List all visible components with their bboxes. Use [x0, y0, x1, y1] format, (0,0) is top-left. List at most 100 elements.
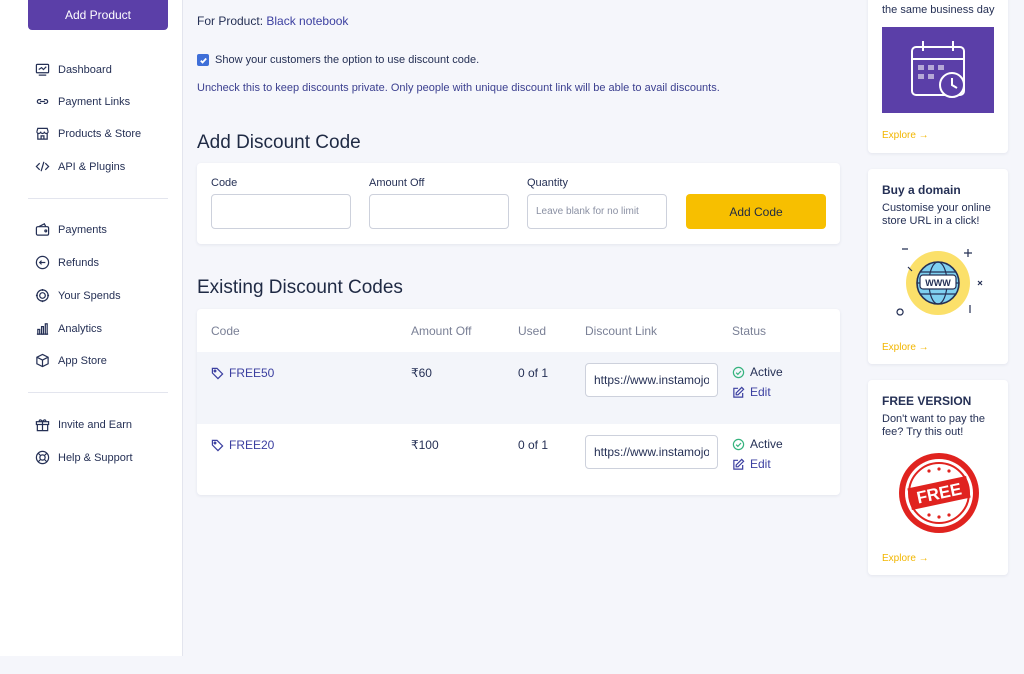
free-stamp-illustration: FREE	[899, 453, 979, 533]
sidebar-item-label: Refunds	[58, 256, 99, 269]
sidebar-item-label: Payments	[58, 223, 107, 236]
show-discount-label: Show your customers the option to use di…	[215, 54, 480, 66]
code-label: Code	[211, 177, 238, 189]
column-header-status: Status	[732, 324, 767, 338]
edit-icon	[733, 458, 745, 470]
link-icon	[36, 99, 49, 104]
sidebar-item-label: Analytics	[58, 322, 103, 335]
sidebar-item-label: Your Spends	[58, 289, 121, 302]
promo-title: Buy a domain	[882, 183, 961, 197]
amount-off-label: Amount Off	[369, 177, 425, 189]
tag-icon	[211, 439, 224, 451]
refund-icon	[35, 255, 50, 270]
privacy-hint: Uncheck this to keep discounts private. …	[197, 82, 720, 94]
promo-text: Don't want to pay the fee? Try this out!	[882, 413, 985, 438]
for-product-label: For Product:	[197, 14, 264, 28]
code-icon	[35, 161, 50, 172]
support-icon	[35, 450, 50, 465]
promo-card-domain: Buy a domain Customise your online store…	[868, 169, 1008, 364]
show-discount-checkbox[interactable]	[197, 54, 209, 66]
sidebar-item-invite-earn[interactable]: Invite and Earn	[35, 417, 132, 432]
table-row: FREE50 ₹60 0 of 1 Active Edit	[197, 352, 840, 424]
sidebar-divider	[28, 198, 168, 199]
discount-codes-table: Code Amount Off Used Discount Link Statu…	[197, 309, 840, 495]
www-text: WWW	[925, 278, 951, 288]
show-discount-option: Show your customers the option to use di…	[197, 54, 479, 66]
column-header-amount-off: Amount Off	[411, 324, 472, 338]
sidebar: Add Product Dashboard Payment Links Prod…	[0, 0, 183, 656]
main-content: For Product: Black notebook Show your cu…	[184, 0, 853, 656]
sidebar-item-label: Help & Support	[58, 451, 133, 464]
calendar-illustration	[882, 27, 994, 113]
analytics-icon	[36, 323, 49, 335]
add-code-button[interactable]: Add Code	[686, 194, 826, 229]
discount-code-text: FREE20	[229, 438, 275, 452]
sidebar-divider	[28, 392, 168, 393]
sidebar-item-label: API & Plugins	[58, 160, 126, 173]
for-product: For Product: Black notebook	[197, 14, 348, 28]
used-value: 0 of 1	[518, 366, 549, 380]
edit-text: Edit	[750, 457, 771, 471]
status-active: Active	[732, 437, 783, 451]
explore-link[interactable]: Explore →	[882, 553, 929, 564]
edit-icon	[733, 386, 745, 398]
discount-link-field[interactable]	[585, 363, 718, 397]
add-discount-form: Code Amount Off Quantity Add Code	[197, 163, 840, 244]
add-discount-title: Add Discount Code	[197, 132, 361, 153]
amount-off-input[interactable]	[369, 194, 509, 229]
sidebar-item-help-support[interactable]: Help & Support	[35, 450, 133, 465]
promo-title: FREE VERSION	[882, 394, 972, 408]
sidebar-item-dashboard[interactable]: Dashboard	[35, 62, 112, 77]
discount-code-text: FREE50	[229, 366, 275, 380]
status-text: Active	[750, 365, 783, 379]
quantity-label: Quantity	[527, 177, 568, 189]
edit-text: Edit	[750, 385, 771, 399]
explore-link[interactable]: Explore →	[882, 130, 929, 141]
sidebar-item-payments[interactable]: Payments	[35, 222, 107, 237]
store-icon	[36, 127, 49, 140]
sidebar-item-label: Products & Store	[58, 127, 142, 140]
sidebar-item-api-plugins[interactable]: API & Plugins	[35, 159, 125, 174]
check-circle-icon	[732, 438, 745, 450]
column-header-code: Code	[211, 324, 240, 338]
product-name: Black notebook	[266, 14, 349, 28]
tag-icon	[211, 367, 224, 379]
sidebar-item-label: Payment Links	[58, 95, 131, 108]
sidebar-item-label: Dashboard	[58, 63, 112, 76]
promo-text: Customise your online store URL in a cli…	[882, 202, 991, 227]
sidebar-item-payment-links[interactable]: Payment Links	[35, 94, 130, 109]
status-text: Active	[750, 437, 783, 451]
promo-text: the same business day	[882, 4, 995, 16]
sidebar-item-refunds[interactable]: Refunds	[35, 255, 99, 270]
check-circle-icon	[732, 366, 745, 378]
sidebar-item-label: App Store	[58, 354, 107, 367]
app-store-icon	[36, 353, 49, 368]
payments-icon	[35, 223, 50, 236]
add-product-button[interactable]: Add Product	[28, 0, 168, 30]
dashboard-icon	[35, 63, 50, 76]
edit-button[interactable]: Edit	[732, 385, 771, 399]
edit-button[interactable]: Edit	[732, 457, 771, 471]
globe-www-illustration: WWW	[896, 248, 983, 316]
amount-off-value: ₹100	[411, 438, 439, 452]
sidebar-item-analytics[interactable]: Analytics	[35, 321, 102, 336]
promo-card-payments: the same business day Explore →	[868, 0, 1008, 153]
explore-link[interactable]: Explore →	[882, 342, 929, 353]
gift-icon	[35, 419, 50, 432]
column-header-used: Used	[518, 324, 547, 338]
amount-off-value: ₹60	[411, 366, 432, 380]
quantity-input[interactable]	[527, 194, 667, 229]
code-input[interactable]	[211, 194, 351, 229]
discount-link-field[interactable]	[585, 435, 718, 469]
check-icon	[199, 57, 207, 64]
sidebar-item-app-store[interactable]: App Store	[35, 353, 107, 368]
status-active: Active	[732, 365, 783, 379]
sidebar-item-products-store[interactable]: Products & Store	[35, 126, 141, 141]
discount-code[interactable]: FREE50	[211, 366, 274, 380]
calendar-clock-icon	[911, 41, 965, 98]
existing-discounts-title: Existing Discount Codes	[197, 277, 403, 298]
table-row: FREE20 ₹100 0 of 1 Active Edit	[197, 424, 840, 496]
discount-code[interactable]: FREE20	[211, 438, 274, 452]
column-header-discount-link: Discount Link	[585, 324, 658, 338]
sidebar-item-your-spends[interactable]: Your Spends	[35, 288, 121, 303]
